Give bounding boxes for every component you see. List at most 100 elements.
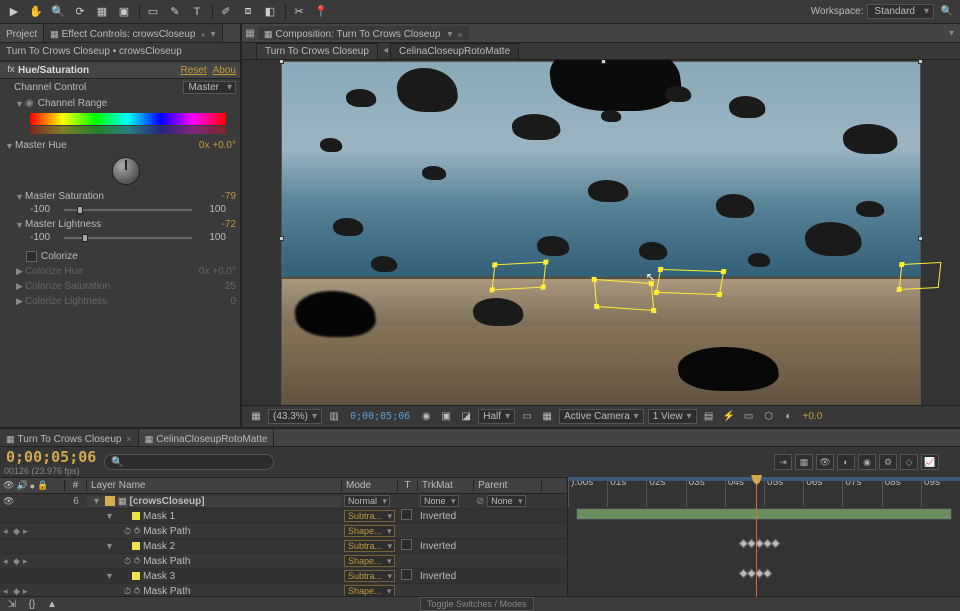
mask-shape[interactable] [656,269,724,295]
graph-editor-toggle[interactable]: 📈 [921,454,939,470]
pen-tool[interactable]: ✎ [165,3,185,21]
motion-blur-toggle[interactable]: ◉ [858,454,876,470]
camera-dropdown[interactable]: Active Camera [559,409,644,424]
pixel-aspect-icon[interactable]: ▤ [701,411,717,422]
mask-color-swatch[interactable] [132,512,140,520]
mask-name[interactable]: Mask 2 [143,541,175,552]
eye-icon[interactable]: 👁 [3,480,14,491]
mask-shape[interactable] [491,262,546,291]
about-link[interactable]: Abou [213,65,236,76]
ruler-tick[interactable]: ):00s [568,477,607,507]
next-key-icon[interactable]: ▸ [23,556,31,567]
mask-mode-dropdown[interactable]: Subtra... [344,510,395,522]
snapshot-icon[interactable]: ◉ [418,411,434,422]
viewer-canvas[interactable]: ↖ [281,61,921,406]
mask-mode-dropdown[interactable]: Subtra... [344,540,395,552]
roi-icon[interactable]: ▭ [519,411,535,422]
alpha-icon[interactable]: ▦ [248,411,264,422]
hue-spectrum[interactable] [30,113,226,125]
resolution-dropdown[interactable]: Half [478,409,515,424]
comp-mini-flowchart[interactable]: ⇥ [774,454,792,470]
twirl-icon[interactable]: ▼ [4,141,15,151]
mask-color-swatch[interactable] [132,572,140,580]
ruler-tick[interactable]: 02s [646,477,685,507]
puppet-tool[interactable]: 📍 [311,3,331,21]
comp-nested-tab-2[interactable]: CelinaCloseupRotoMatte [390,43,519,59]
views-dropdown[interactable]: 1 View [648,409,697,424]
flowchart-icon[interactable]: ⬡ [761,411,777,422]
auto-keyframe[interactable]: ◇ [900,454,918,470]
lock-icon[interactable]: 🔒 [37,480,48,491]
eraser-tool[interactable]: ◧ [260,3,280,21]
zoom-dropdown[interactable]: (43.3%) [268,409,322,424]
inverted-checkbox[interactable] [401,509,412,520]
current-timecode[interactable]: 0;00;05;06 [6,448,96,466]
stamp-tool[interactable]: ⧈ [238,3,258,21]
effect-controls-tab[interactable]: ▦Effect Controls: crowsCloseup×▾ [44,24,223,42]
master-hue-value[interactable]: 0x +0.0° [199,140,236,151]
close-icon[interactable]: × [126,434,131,444]
blend-mode-dropdown[interactable]: Normal [344,495,390,507]
timeline-tab-1[interactable]: ▦Turn To Crows Closeup× [0,429,139,446]
text-tool[interactable]: T [187,3,207,21]
solo-icon[interactable]: ● [30,481,35,491]
timeline-icon[interactable]: ▭ [741,411,757,422]
lightness-slider[interactable] [64,237,192,239]
eye-icon[interactable]: 👁 [3,496,14,507]
zoom-out-icon[interactable]: ▲ [44,599,60,610]
viewer-timecode[interactable]: 0;00;05;06 [346,411,414,422]
trkmat-dropdown[interactable]: None [420,495,459,507]
close-icon[interactable]: × [200,30,205,40]
add-key-icon[interactable]: ◆ [13,586,21,597]
channel-icon[interactable]: ◪ [458,411,474,422]
timeline-tab-2[interactable]: ▦CelinaCloseupRotoMatte [139,429,275,446]
prev-key-icon[interactable]: ◂ [3,556,11,567]
stopwatch-icon[interactable]: ⏱ [124,586,131,597]
close-icon[interactable]: × [457,30,462,40]
exposure-value[interactable]: +0.0 [803,411,823,422]
expand-icon[interactable]: ⇲ [4,599,20,610]
prev-key-icon[interactable]: ◂ [3,526,11,537]
inverted-checkbox[interactable] [401,569,412,580]
shy-toggle[interactable]: 👁 [816,454,834,470]
twirl-icon[interactable]: ▼ [104,541,115,551]
stopwatch-icon[interactable]: ⏱ [124,556,131,567]
project-tab[interactable]: Project [0,24,44,42]
roto-tool[interactable]: ✂ [289,3,309,21]
rect-tool[interactable]: ▭ [143,3,163,21]
saturation-slider[interactable] [64,209,192,211]
selection-tool[interactable]: ▶ [4,3,24,21]
layer-name[interactable]: [crowsCloseup] [130,496,205,507]
layer-color-swatch[interactable] [105,496,115,506]
workspace-dropdown[interactable]: Standard [867,4,934,19]
brush-tool[interactable]: ✐ [216,3,236,21]
frame-blend-toggle[interactable]: ◐ [837,454,855,470]
speaker-icon[interactable]: 🔊 [16,480,27,491]
add-key-icon[interactable]: ◆ [13,556,21,567]
fast-preview-icon[interactable]: ⚡ [721,411,737,422]
effect-title[interactable]: Hue/Saturation [18,65,89,76]
twirl-icon[interactable]: ▼ [14,192,25,202]
fx-toggle-icon[interactable]: fx [4,64,18,76]
mask-name[interactable]: Mask 3 [143,571,175,582]
twirl-icon[interactable]: ▼ [14,220,25,230]
ruler-tick[interactable]: 06s [803,477,842,507]
mask-name[interactable]: Mask 1 [143,511,175,522]
brainstorm-button[interactable]: ⚙ [879,454,897,470]
search-help-icon[interactable]: 🔍 [938,6,956,17]
draft-3d[interactable]: ▦ [795,454,813,470]
mask-shape[interactable] [899,262,942,290]
ruler-tick[interactable]: 01s [607,477,646,507]
ruler-tick[interactable]: 05s [764,477,803,507]
inverted-checkbox[interactable] [401,539,412,550]
camera-tool[interactable]: ▦ [92,3,112,21]
toggle-switches-modes[interactable]: Toggle Switches / Modes [420,597,534,611]
channel-control-dropdown[interactable]: Master [183,81,236,94]
master-sat-value[interactable]: -79 [222,191,236,202]
twirl-icon[interactable]: ▼ [104,511,115,521]
shape-link[interactable]: Shape... [344,555,395,567]
hand-tool[interactable]: ✋ [26,3,46,21]
reset-exposure-icon[interactable]: ◐ [781,411,797,422]
toggle-switches-icon[interactable]: {} [24,599,40,610]
layer-search-input[interactable]: 🔍 [104,454,274,470]
